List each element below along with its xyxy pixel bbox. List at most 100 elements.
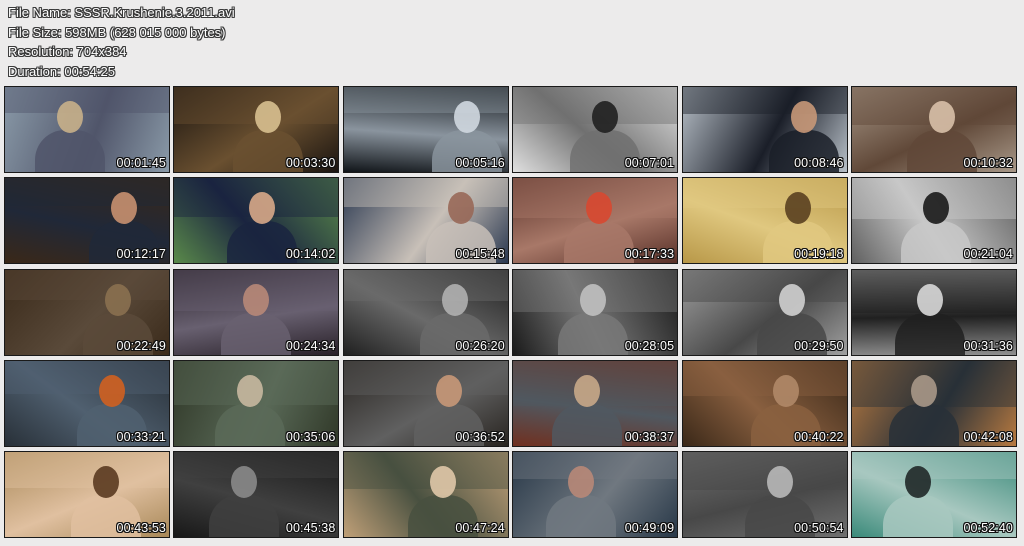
video-thumbnail[interactable]: 00:21:04 xyxy=(850,177,1017,265)
video-thumbnail[interactable]: 00:10:32 xyxy=(850,86,1017,173)
video-thumbnail[interactable]: 00:49:09 xyxy=(512,451,679,539)
video-thumbnail[interactable]: 00:19:18 xyxy=(681,177,848,265)
thumbnail-grid: 00:01:45 00:03:30 00:05:16 00:07:01 00:08:46… xyxy=(4,86,1017,539)
thumbnail-timestamp: 00:33:21 xyxy=(116,429,166,444)
thumbnail-timestamp: 00:19:18 xyxy=(794,247,844,262)
thumbnail-timestamp: 00:10:32 xyxy=(963,156,1013,170)
scene-face-shape xyxy=(243,283,270,316)
thumbnail-timestamp: 00:21:04 xyxy=(963,247,1013,262)
video-thumbnail[interactable]: 00:28:05 xyxy=(512,268,679,356)
scene-face-shape xyxy=(574,374,601,407)
video-thumbnail[interactable]: 00:33:21 xyxy=(4,359,170,447)
scene-face-shape xyxy=(111,192,137,225)
scene-background-shape xyxy=(343,178,508,208)
file-size-label: File Size: 598MB (628 015 000 bytes) xyxy=(8,24,226,40)
thumbnail-timestamp: 00:36:52 xyxy=(455,429,505,444)
duration-label: Duration: 00:54:25 xyxy=(8,63,115,79)
thumbnail-timestamp: 00:08:46 xyxy=(794,156,844,170)
scene-figure-shape xyxy=(558,312,629,355)
thumbnail-timestamp: 00:26:20 xyxy=(455,338,505,353)
video-thumbnail[interactable]: 00:38:37 xyxy=(512,359,679,447)
scene-figure-shape xyxy=(900,221,971,264)
scene-background-shape xyxy=(174,452,339,478)
video-thumbnail[interactable]: 00:26:20 xyxy=(342,268,509,356)
thumbnail-timestamp: 00:22:49 xyxy=(116,338,166,353)
video-thumbnail[interactable]: 00:52:40 xyxy=(850,451,1017,539)
scene-figure-shape xyxy=(546,495,617,538)
resolution-label: Resolution: 704x384 xyxy=(8,44,127,59)
thumbnail-timestamp: 00:31:36 xyxy=(963,338,1013,353)
scene-background-shape xyxy=(5,178,169,207)
video-thumbnail[interactable]: 00:01:45 xyxy=(4,86,170,173)
thumbnail-timestamp: 00:35:06 xyxy=(285,429,336,444)
thumbnail-timestamp: 00:45:38 xyxy=(285,521,336,536)
video-thumbnail[interactable]: 00:31:36 xyxy=(850,268,1017,356)
thumbnail-timestamp: 00:14:02 xyxy=(285,247,336,262)
video-thumbnail[interactable]: 00:40:22 xyxy=(681,359,848,447)
video-thumbnail[interactable]: 00:17:33 xyxy=(512,177,679,265)
scene-face-shape xyxy=(904,466,931,499)
video-thumbnail[interactable]: 00:05:16 xyxy=(342,86,509,173)
scene-background-shape xyxy=(343,269,508,302)
scene-face-shape xyxy=(928,101,955,133)
video-thumbnail[interactable]: 00:43:53 xyxy=(4,451,170,539)
scene-figure-shape xyxy=(215,403,286,446)
scene-face-shape xyxy=(772,374,799,407)
thumbnail-timestamp: 00:03:30 xyxy=(285,156,336,170)
video-thumbnail[interactable]: 00:08:46 xyxy=(681,86,848,173)
thumbnail-timestamp: 00:05:16 xyxy=(455,156,505,170)
video-thumbnail[interactable]: 00:15:48 xyxy=(342,177,509,265)
file-name-label: File Name: SSSR.Krushenie.3.2011.avi xyxy=(8,5,235,20)
scene-face-shape xyxy=(586,192,613,225)
thumbnail-timestamp: 00:42:08 xyxy=(963,429,1013,444)
scene-face-shape xyxy=(447,192,474,225)
video-thumbnail[interactable]: 00:50:54 xyxy=(681,451,848,539)
video-thumbnail[interactable]: 00:12:17 xyxy=(4,177,170,265)
thumbnail-timestamp: 00:28:05 xyxy=(624,338,675,353)
video-thumbnail[interactable]: 00:45:38 xyxy=(173,451,340,539)
video-thumbnail[interactable]: 00:47:24 xyxy=(342,451,509,539)
video-thumbnail[interactable]: 00:22:49 xyxy=(4,268,170,356)
scene-face-shape xyxy=(580,283,607,316)
video-thumbnail[interactable]: 00:24:34 xyxy=(173,268,340,356)
video-thumbnail[interactable]: 00:42:08 xyxy=(850,359,1017,447)
scene-face-shape xyxy=(568,466,595,499)
video-thumbnail[interactable]: 00:07:01 xyxy=(512,86,679,173)
scene-background-shape xyxy=(682,452,847,490)
scene-background-shape xyxy=(851,452,1016,480)
video-thumbnail[interactable]: 00:14:02 xyxy=(173,177,340,265)
thumbnail-timestamp: 00:15:48 xyxy=(455,247,505,262)
thumbnail-timestamp: 00:47:24 xyxy=(455,521,505,536)
scene-figure-shape xyxy=(552,403,623,446)
scene-background-shape xyxy=(682,360,847,396)
scene-face-shape xyxy=(249,192,276,225)
scene-background-shape xyxy=(343,87,508,114)
scene-face-shape xyxy=(922,192,949,225)
scene-face-shape xyxy=(766,466,793,499)
scene-figure-shape xyxy=(888,403,959,446)
scene-background-shape xyxy=(682,87,847,115)
thumbnail-timestamp: 00:29:50 xyxy=(794,338,844,353)
video-thumbnail[interactable]: 00:03:30 xyxy=(173,86,340,173)
thumbnail-sheet: File Name: SSSR.Krushenie.3.2011.avi Fil… xyxy=(0,0,1024,546)
scene-background-shape xyxy=(513,452,678,479)
scene-background-shape xyxy=(343,452,508,489)
video-thumbnail[interactable]: 00:35:06 xyxy=(173,359,340,447)
video-thumbnail[interactable]: 00:36:52 xyxy=(342,359,509,447)
scene-face-shape xyxy=(790,101,817,133)
scene-figure-shape xyxy=(882,495,953,538)
scene-face-shape xyxy=(916,283,943,316)
scene-face-shape xyxy=(778,283,805,316)
scene-face-shape xyxy=(99,374,125,407)
thumbnail-timestamp: 00:12:17 xyxy=(116,247,166,262)
scene-face-shape xyxy=(57,101,83,133)
scene-background-shape xyxy=(5,452,169,488)
video-thumbnail[interactable]: 00:29:50 xyxy=(681,268,848,356)
scene-face-shape xyxy=(435,374,462,407)
thumbnail-timestamp: 00:24:34 xyxy=(285,338,336,353)
thumbnail-timestamp: 00:52:40 xyxy=(963,521,1013,536)
scene-face-shape xyxy=(910,374,937,407)
scene-face-shape xyxy=(784,192,811,225)
scene-face-shape xyxy=(255,101,282,133)
thumbnail-timestamp: 00:17:33 xyxy=(624,247,675,262)
